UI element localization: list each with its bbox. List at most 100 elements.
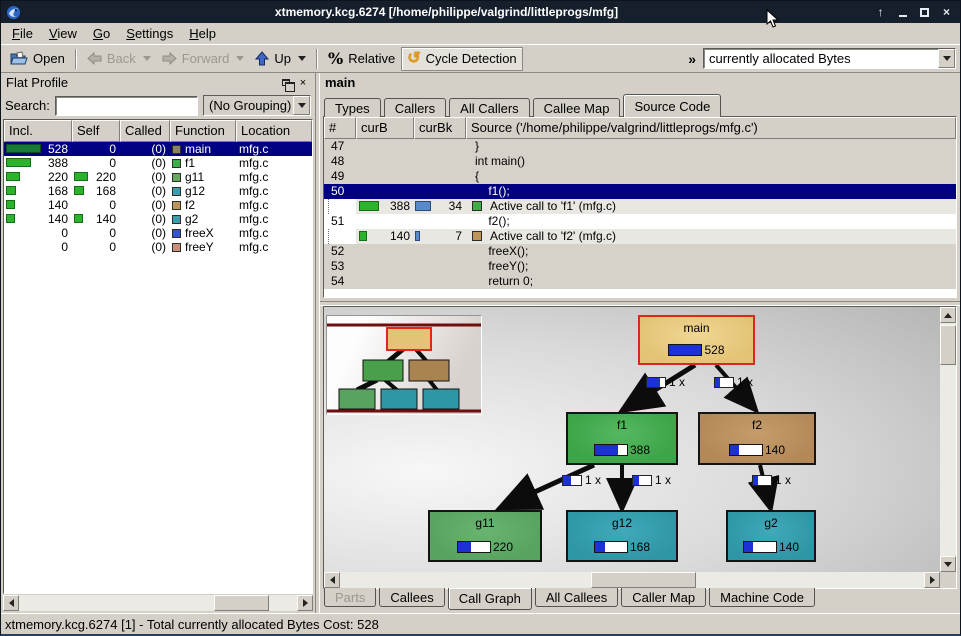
horizontal-scrollbar[interactable]	[324, 572, 940, 588]
column-header-curb[interactable]: curB	[356, 117, 414, 139]
status-bar: xtmemory.kcg.6274 [1] - Total currently …	[1, 613, 960, 634]
event-type-combobox[interactable]: currently allocated Bytes	[703, 48, 956, 69]
source-line[interactable]: 54 return 0;	[324, 274, 956, 289]
search-input[interactable]	[55, 96, 198, 116]
column-header-incl[interactable]: Incl.	[4, 120, 72, 142]
column-header-line[interactable]: #	[324, 117, 356, 139]
scrollbar-thumb[interactable]	[214, 595, 269, 611]
table-row[interactable]: 0 0 (0) freeY mfg.c	[4, 240, 312, 254]
scrollbar-thumb[interactable]	[940, 325, 956, 365]
tab-all-callers[interactable]: All Callers	[449, 98, 530, 117]
cost-bar	[359, 201, 379, 211]
graph-node-main[interactable]: main 528	[638, 315, 755, 365]
active-call-row[interactable]: 140 7 Active call to 'f2' (mfg.c)	[324, 229, 956, 244]
cycle-detection-icon: ↺	[407, 52, 420, 66]
column-header-curbk[interactable]: curBk	[414, 117, 466, 139]
open-button[interactable]: Open	[5, 47, 70, 71]
menu-help[interactable]: Help	[181, 24, 224, 44]
combo-dropdown-button[interactable]	[938, 49, 955, 68]
vertical-scrollbar[interactable]	[940, 307, 956, 572]
scroll-up-button[interactable]	[940, 307, 956, 323]
forward-button[interactable]: Forward	[157, 47, 250, 71]
scrollbar-track[interactable]	[940, 323, 956, 556]
edge-label-f1-g12[interactable]: 1 x	[632, 473, 671, 487]
horizontal-scrollbar[interactable]	[3, 595, 313, 611]
table-row[interactable]: 140 0 (0) f2 mfg.c	[4, 198, 312, 212]
table-row[interactable]: 528 0 (0) main mfg.c	[4, 142, 312, 156]
tab-types[interactable]: Types	[324, 98, 381, 117]
edge-label-main-f1[interactable]: 1 x	[646, 375, 685, 389]
graph-node-g2[interactable]: g2 140	[726, 510, 816, 562]
toolbar-overflow-chevron[interactable]: »	[682, 51, 702, 67]
source-line[interactable]: 51 f2();	[324, 214, 956, 229]
minimize-button[interactable]	[894, 4, 911, 20]
graph-node-f1[interactable]: f1 388	[566, 412, 678, 465]
tab-machine-code[interactable]: Machine Code	[709, 588, 815, 607]
forward-dropdown-icon	[236, 56, 244, 61]
tab-call-graph[interactable]: Call Graph	[448, 588, 532, 610]
call-graph-canvas[interactable]: main 528 f1 388 f2 140 g11 220	[324, 307, 940, 572]
column-header-called[interactable]: Called	[120, 120, 170, 142]
tab-callers[interactable]: Callers	[384, 98, 446, 117]
source-line[interactable]: 53 freeY();	[324, 259, 956, 274]
tab-caller-map[interactable]: Caller Map	[621, 588, 706, 607]
dock-close-button[interactable]: ×	[296, 76, 310, 89]
column-header-self[interactable]: Self	[72, 120, 120, 142]
column-header-function[interactable]: Function	[170, 120, 236, 142]
source-line[interactable]: 49 {	[324, 169, 956, 184]
maximize-button[interactable]	[916, 4, 933, 20]
source-line-selected[interactable]: 50 f1();	[324, 184, 956, 199]
percent-icon: %	[328, 49, 343, 68]
table-row[interactable]: 140 140 (0) g2 mfg.c	[4, 212, 312, 226]
edge-label-f2-g2[interactable]: 1 x	[752, 473, 791, 487]
dock-float-button[interactable]	[279, 76, 293, 89]
event-type-value: currently allocated Bytes	[704, 49, 938, 68]
scrollbar-track[interactable]	[19, 595, 297, 611]
tab-callee-map[interactable]: Callee Map	[533, 98, 621, 117]
graph-overview-minimap[interactable]	[326, 315, 482, 415]
scroll-right-button[interactable]	[297, 595, 313, 611]
close-button[interactable]: ×	[938, 4, 955, 20]
tab-all-callees[interactable]: All Callees	[535, 588, 618, 607]
tab-callees[interactable]: Callees	[379, 588, 444, 607]
source-line[interactable]: 52 freeX();	[324, 244, 956, 259]
shade-button[interactable]: ↑	[872, 4, 889, 20]
edge-label-main-f2[interactable]: 1 x	[714, 375, 753, 389]
table-row[interactable]: 168 168 (0) g12 mfg.c	[4, 184, 312, 198]
scroll-left-button[interactable]	[324, 572, 340, 588]
back-button[interactable]: Back	[82, 47, 156, 71]
grouping-combobox[interactable]: (No Grouping)	[203, 95, 311, 116]
graph-node-g11[interactable]: g11 220	[428, 510, 542, 562]
cost-bar	[6, 144, 41, 153]
scroll-left-button[interactable]	[3, 595, 19, 611]
scroll-right-button[interactable]	[924, 572, 940, 588]
up-button[interactable]: Up	[250, 47, 311, 71]
active-call-row[interactable]: 388 34 Active call to 'f1' (mfg.c)	[324, 199, 956, 214]
table-row[interactable]: 388 0 (0) f1 mfg.c	[4, 156, 312, 170]
graph-node-g12[interactable]: g12 168	[566, 510, 678, 562]
column-header-location[interactable]: Location	[236, 120, 312, 142]
source-line[interactable]: 47 }	[324, 139, 956, 154]
menu-file[interactable]: File	[4, 24, 41, 44]
triangle-right-icon	[303, 599, 308, 607]
relative-toggle-button[interactable]: % Relative	[323, 47, 400, 71]
graph-node-f2[interactable]: f2 140	[698, 412, 816, 465]
cycle-detection-toggle-button[interactable]: ↺ Cycle Detection	[401, 47, 522, 71]
scrollbar-track[interactable]	[340, 572, 924, 588]
menu-view[interactable]: View	[41, 24, 85, 44]
source-line[interactable]: 48 int main()	[324, 154, 956, 169]
combo-dropdown-button[interactable]	[293, 96, 310, 115]
edge-label-f1-g11[interactable]: 1 x	[562, 473, 601, 487]
scrollbar-thumb[interactable]	[591, 572, 696, 588]
table-row[interactable]: 220 220 (0) g11 mfg.c	[4, 170, 312, 184]
scroll-down-button[interactable]	[940, 556, 956, 572]
back-arrow-icon	[87, 52, 102, 65]
table-row[interactable]: 0 0 (0) freeX mfg.c	[4, 226, 312, 240]
flat-profile-table: Incl. Self Called Function Location 528 …	[3, 119, 313, 594]
menu-go[interactable]: Go	[85, 24, 118, 44]
function-color-swatch	[172, 229, 181, 238]
column-header-source[interactable]: Source ('/home/philippe/valgrind/littlep…	[466, 117, 956, 139]
tab-parts[interactable]: Parts	[324, 588, 376, 607]
tab-source-code[interactable]: Source Code	[623, 94, 721, 117]
menu-settings[interactable]: Settings	[118, 24, 181, 44]
